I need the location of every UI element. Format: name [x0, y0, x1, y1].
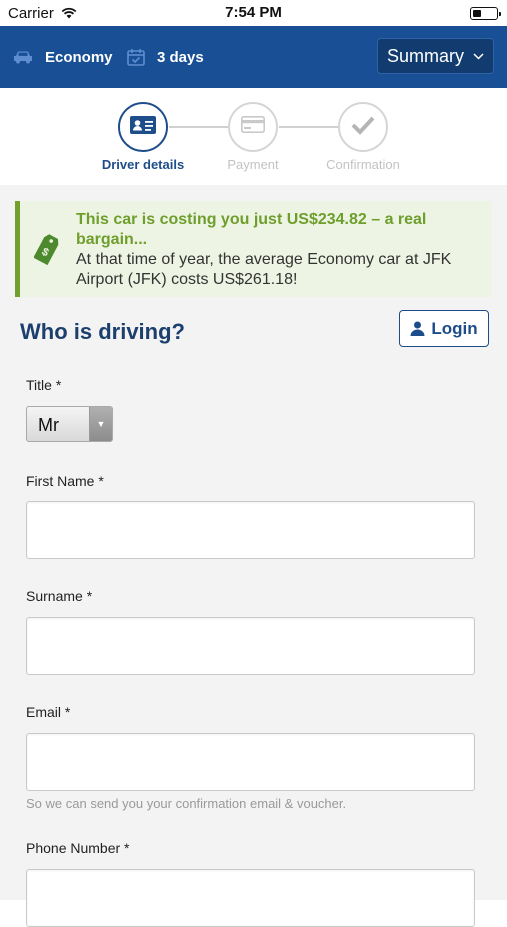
dropdown-arrow-icon: ▼ — [89, 407, 112, 441]
first-name-label: First Name * — [26, 473, 104, 489]
email-hint: So we can send you your confirmation ema… — [26, 796, 347, 811]
login-button[interactable]: Login — [399, 310, 489, 347]
step-payment[interactable] — [228, 102, 278, 152]
first-name-input[interactable] — [26, 501, 475, 559]
booking-header: Economy 3 days Summary — [0, 26, 507, 88]
surname-input[interactable] — [26, 617, 475, 675]
status-bar: Carrier 7:54 PM — [0, 0, 507, 26]
car-class-info: Economy — [13, 26, 113, 88]
credit-card-icon — [241, 116, 265, 138]
surname-label: Surname * — [26, 588, 93, 604]
price-tag-icon: $ — [33, 233, 60, 270]
driver-details-form-area: $ This car is costing you just US$234.82… — [0, 185, 507, 927]
step-label-payment: Payment — [227, 157, 279, 172]
email-label: Email * — [26, 704, 71, 720]
summary-button[interactable]: Summary — [377, 38, 494, 74]
checkmark-icon — [351, 115, 375, 140]
calendar-icon — [127, 48, 145, 66]
booking-progress-steps: Driver details Payment Confirmation — [0, 88, 507, 185]
price-bargain-banner: $ This car is costing you just US$234.82… — [15, 201, 492, 297]
duration-label: 3 days — [157, 48, 204, 66]
step-connector — [169, 126, 228, 128]
deal-description: At that time of year, the average Econom… — [76, 251, 452, 288]
car-icon — [13, 50, 33, 64]
title-label: Title * — [26, 377, 62, 393]
battery-icon — [470, 7, 501, 20]
phone-number-label: Phone Number * — [26, 840, 130, 856]
step-label-confirmation: Confirmation — [326, 157, 400, 172]
car-class-label: Economy — [45, 48, 113, 66]
user-icon — [410, 321, 425, 336]
section-heading: Who is driving? — [20, 319, 185, 344]
step-driver-details[interactable] — [118, 102, 168, 152]
chevron-down-icon — [473, 49, 484, 63]
email-input[interactable] — [26, 733, 475, 791]
step-confirmation[interactable] — [338, 102, 388, 152]
id-card-icon — [130, 115, 156, 139]
step-connector — [279, 126, 338, 128]
title-select[interactable]: Mr ▼ — [26, 406, 113, 442]
title-selected-value: Mr — [38, 415, 59, 435]
step-label-driver-details: Driver details — [101, 157, 185, 172]
deal-title: This car is costing you just US$234.82 –… — [76, 211, 427, 248]
rental-duration-info: 3 days — [127, 26, 204, 88]
clock-time: 7:54 PM — [225, 4, 282, 21]
phone-number-input[interactable] — [26, 869, 475, 927]
login-label: Login — [431, 318, 478, 338]
summary-label: Summary — [386, 45, 464, 66]
